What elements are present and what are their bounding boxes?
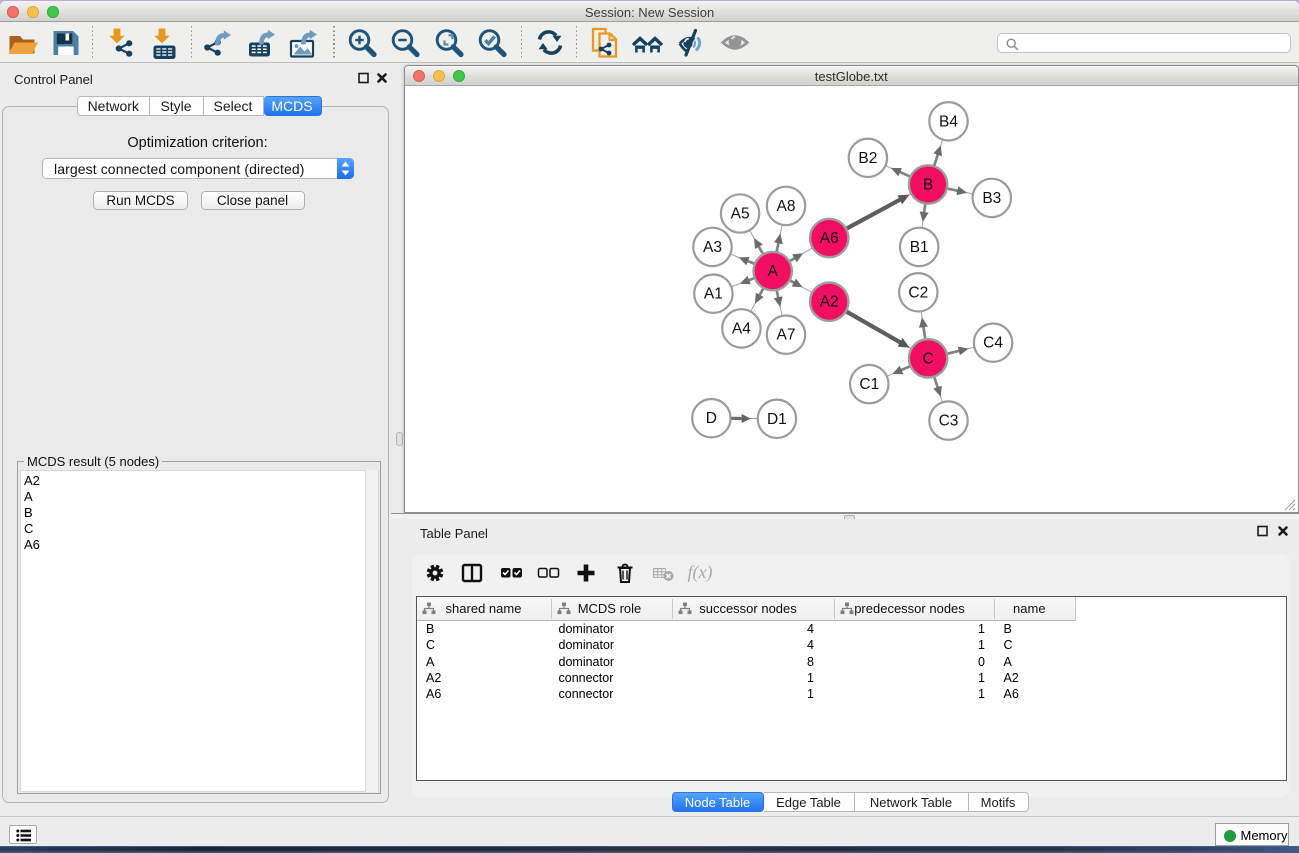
svg-text:A6: A6 <box>819 230 838 247</box>
svg-text:C2: C2 <box>908 284 928 301</box>
svg-text:A4: A4 <box>731 320 750 337</box>
svg-text:A: A <box>767 263 778 280</box>
svg-text:A5: A5 <box>730 206 749 223</box>
svg-text:A8: A8 <box>776 198 795 215</box>
svg-text:C3: C3 <box>938 413 958 430</box>
svg-text:A3: A3 <box>703 239 722 256</box>
svg-text:B1: B1 <box>909 239 928 256</box>
svg-text:A2: A2 <box>819 294 838 311</box>
svg-text:B2: B2 <box>858 150 877 167</box>
svg-text:D: D <box>705 410 716 427</box>
svg-text:A7: A7 <box>776 327 795 344</box>
svg-text:B4: B4 <box>939 113 958 130</box>
svg-text:A1: A1 <box>703 286 722 303</box>
svg-text:B3: B3 <box>982 190 1001 207</box>
svg-text:B: B <box>922 177 932 194</box>
svg-text:D1: D1 <box>766 411 786 428</box>
svg-text:C: C <box>922 350 933 367</box>
svg-text:C4: C4 <box>983 335 1003 352</box>
svg-text:C1: C1 <box>859 376 879 393</box>
